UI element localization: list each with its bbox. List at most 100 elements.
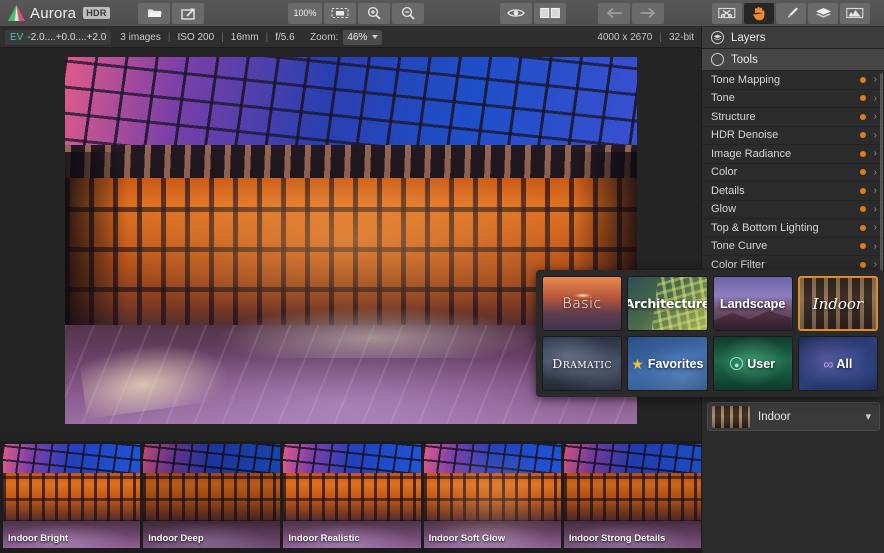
tool-label: Image Radiance: [711, 148, 860, 160]
chevron-right-icon[interactable]: ›: [874, 222, 877, 233]
tool-active-dot-icon[interactable]: [860, 188, 866, 194]
zoom-in-icon: [367, 6, 381, 20]
chevron-right-icon[interactable]: ›: [874, 93, 877, 104]
chevron-right-icon[interactable]: ›: [874, 167, 877, 178]
tool-active-dot-icon[interactable]: [860, 262, 866, 268]
category-label: Architecture: [627, 296, 707, 311]
export-image-button[interactable]: [172, 3, 204, 24]
aurora-hdr-window: Aurora HDR 100%: [0, 0, 884, 553]
preset-filmstrip[interactable]: Indoor Bright Indoor Deep Indoor Realist…: [0, 441, 701, 553]
tool-active-dot-icon[interactable]: [860, 151, 866, 157]
histogram-tool-button[interactable]: [840, 3, 870, 24]
preset-thumbnail-item[interactable]: Indoor Realistic: [283, 444, 420, 548]
tool-row[interactable]: Top & Bottom Lighting ›: [702, 219, 884, 238]
chevron-right-icon[interactable]: ›: [874, 130, 877, 141]
preset-category-landscape[interactable]: Landscape: [713, 276, 793, 331]
top-toolbar: Aurora HDR 100%: [0, 0, 884, 27]
panel-header-tools[interactable]: Tools: [702, 49, 884, 71]
tool-label: Tone Curve: [711, 240, 860, 252]
tool-row[interactable]: HDR Denoise ›: [702, 127, 884, 146]
preset-thumbnail-item[interactable]: Indoor Soft Glow: [424, 444, 561, 548]
undo-button[interactable]: [598, 3, 630, 24]
focal-length-value: 16mm: [231, 32, 259, 43]
category-label: Landscape: [720, 297, 785, 311]
chevron-right-icon[interactable]: ›: [874, 185, 877, 196]
preset-thumbnail-item[interactable]: Indoor Deep: [143, 444, 280, 548]
tool-row[interactable]: Tone Mapping ›: [702, 71, 884, 90]
preset-category-architecture[interactable]: Architecture: [627, 276, 707, 331]
tool-active-dot-icon[interactable]: [860, 169, 866, 175]
chevron-down-icon: [372, 35, 378, 39]
star-icon: ★: [631, 357, 644, 371]
panel-title: Layers: [731, 32, 766, 44]
brush-tool-button[interactable]: [776, 3, 806, 24]
tool-active-dot-icon[interactable]: [860, 114, 866, 120]
layers-tool-button[interactable]: [808, 3, 838, 24]
open-image-button[interactable]: [138, 3, 170, 24]
folder-open-icon: [147, 7, 162, 19]
chevron-right-icon[interactable]: ›: [874, 241, 877, 252]
tool-active-dot-icon[interactable]: [860, 243, 866, 249]
preset-category-user[interactable]: ● User: [713, 336, 793, 391]
panel-header-layers[interactable]: Layers: [702, 27, 884, 49]
tool-row[interactable]: Details ›: [702, 182, 884, 201]
preset-category-dramatic[interactable]: Dramatic: [542, 336, 622, 391]
tool-row[interactable]: Tone ›: [702, 90, 884, 109]
ev-bracket-chip[interactable]: EV -2.0....+0.0....+2.0: [5, 30, 111, 45]
divider: |: [266, 32, 269, 43]
tool-row[interactable]: Structure ›: [702, 108, 884, 127]
zoom-select[interactable]: 46%: [343, 30, 382, 45]
tool-row[interactable]: Color ›: [702, 164, 884, 183]
crop-tool-button[interactable]: [712, 3, 742, 24]
preset-category-selector[interactable]: Indoor ▾: [707, 402, 880, 431]
fit-to-screen-button[interactable]: [324, 3, 356, 24]
chevron-right-icon[interactable]: ›: [874, 74, 877, 85]
zoom-out-button[interactable]: [392, 3, 424, 24]
iso-value: ISO 200: [177, 32, 214, 43]
tools-list[interactable]: Tone Mapping › Tone › Structure › HDR De…: [702, 71, 884, 294]
zoom-in-button[interactable]: [358, 3, 390, 24]
chevron-right-icon[interactable]: ›: [874, 259, 877, 270]
category-label: Indoor: [813, 295, 863, 313]
preset-category-favorites[interactable]: ★ Favorites: [627, 336, 707, 391]
eye-preview-icon: [507, 7, 525, 19]
tool-row[interactable]: Glow ›: [702, 201, 884, 220]
photo-animal-procession: [214, 307, 534, 358]
preset-thumbnail-item[interactable]: Indoor Strong Details: [564, 444, 701, 548]
preset-thumbnail-item[interactable]: Indoor Bright: [3, 444, 140, 548]
preset-category-basic[interactable]: Basic: [542, 276, 622, 331]
undo-arrow-icon: [606, 7, 622, 19]
preset-label: Indoor Deep: [148, 533, 203, 544]
tool-active-dot-icon[interactable]: [860, 225, 866, 231]
chevron-right-icon[interactable]: ›: [874, 111, 877, 122]
redo-button[interactable]: [632, 3, 664, 24]
preset-category-indoor[interactable]: Indoor: [798, 276, 878, 331]
tool-label: Details: [711, 185, 860, 197]
tool-label: HDR Denoise: [711, 129, 860, 141]
user-circle-icon: ●: [730, 357, 743, 370]
app-logo: Aurora HDR: [0, 5, 130, 22]
layers-stack-icon: [815, 7, 832, 20]
ev-label: EV: [10, 32, 23, 43]
tool-row[interactable]: Tone Curve ›: [702, 238, 884, 257]
preview-toggle-button[interactable]: [500, 3, 532, 24]
chevron-right-icon[interactable]: ›: [874, 204, 877, 215]
tool-active-dot-icon[interactable]: [860, 132, 866, 138]
tool-active-dot-icon[interactable]: [860, 95, 866, 101]
tools-scrollbar[interactable]: [880, 73, 883, 273]
aurora-triangle-icon: [8, 5, 25, 21]
preset-category-all[interactable]: ∞ All: [798, 336, 878, 391]
tool-row[interactable]: Image Radiance ›: [702, 145, 884, 164]
preset-label: Indoor Strong Details: [569, 533, 666, 544]
hand-tool-button[interactable]: [744, 3, 774, 24]
history-actions-group: [598, 3, 664, 24]
chevron-down-icon[interactable]: ▾: [865, 410, 871, 423]
image-count: 3 images: [120, 32, 161, 43]
zoom-100-button[interactable]: 100%: [288, 3, 322, 24]
chevron-right-icon[interactable]: ›: [874, 148, 877, 159]
preset-category-popup: Basic Architecture Landscape Indoor Dram…: [536, 270, 884, 397]
tool-active-dot-icon[interactable]: [860, 206, 866, 212]
tool-active-dot-icon[interactable]: [860, 77, 866, 83]
compare-split-button[interactable]: [534, 3, 566, 24]
edit-tools-group: [712, 3, 870, 24]
